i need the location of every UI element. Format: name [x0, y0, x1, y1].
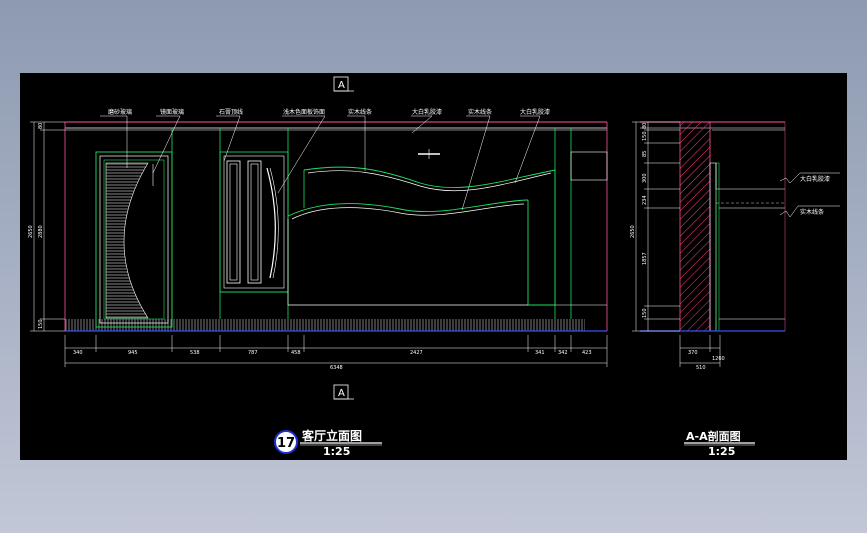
- dim-bottom-total: 6348: [330, 365, 343, 371]
- sec-dim-8: 2650: [630, 225, 636, 238]
- dim-bottom-4: 787: [248, 350, 258, 356]
- leader-label-1: 磨砂玻璃: [108, 108, 132, 116]
- leader-labels: 磨砂玻璃 镜面玻璃 石膏顶线 浅木色面板饰面 实木线条 大白乳胶漆 实木线条 大…: [108, 108, 550, 116]
- dim-left-ceiling: 2880: [38, 225, 44, 238]
- leader-label-7: 实木线条: [468, 108, 492, 116]
- dim-bottom-5: 458: [291, 350, 301, 356]
- elevation-title: 客厅立面图: [301, 428, 362, 443]
- section-marker-bottom-label: A: [338, 388, 345, 399]
- sec-dim-2: 150: [642, 131, 648, 141]
- section-view: 大白乳胶漆 实木线条 80 150 85 300 234 1857 150 26…: [630, 121, 840, 458]
- column-left: [171, 128, 221, 319]
- leader-label-6: 大白乳胶漆: [412, 108, 442, 116]
- floor-hatch: [65, 319, 585, 331]
- door-panel: [95, 151, 173, 328]
- section-title-block: A-A剖面图 1:25: [684, 429, 755, 458]
- sec-dim-bottom-2: 1260: [712, 356, 725, 362]
- dim-bottom-9: 423: [582, 350, 592, 356]
- tv-wall-feature: [287, 149, 556, 306]
- sec-dim-7: 150: [642, 308, 648, 318]
- sec-dim-5: 234: [642, 195, 648, 205]
- section-wall: [679, 121, 711, 332]
- sec-dim-4: 300: [642, 173, 648, 183]
- sec-dim-bottom-3: 510: [696, 365, 706, 371]
- dim-bottom-1: 340: [73, 350, 83, 356]
- leader-label-5: 实木线条: [348, 108, 372, 116]
- elevation-title-block: 17 客厅立面图 1:25: [274, 428, 382, 458]
- leader-label-2: 镜面玻璃: [160, 108, 184, 116]
- column-right: [554, 128, 608, 319]
- dim-bottom-6: 2427: [410, 350, 423, 356]
- section-marker-bottom: A: [333, 384, 354, 400]
- dim-bottom-7: 341: [535, 350, 545, 356]
- bottom-dimensions: [64, 335, 608, 367]
- bottom-dimension-labels: 340 945 538 787 458 2427 341 342 423 634…: [73, 350, 592, 371]
- dim-left-skirting: 150: [38, 319, 44, 329]
- section-left-dimension-labels: 80 150 85 300 234 1857 150 2650: [630, 123, 648, 318]
- sec-dim-1: 80: [642, 123, 648, 129]
- section-left-dimensions: [632, 121, 680, 332]
- sec-dim-3: 85: [642, 151, 648, 157]
- elevation-scale: 1:25: [323, 445, 350, 458]
- dim-left-top: 80: [38, 123, 44, 129]
- dim-bottom-8: 342: [558, 350, 568, 356]
- cad-drawing: A A 磨砂玻璃 镜面玻璃 石膏顶线 浅木色面板饰面 实木线条 大白乳胶漆 实木…: [28, 76, 840, 458]
- section-bottom-dimensions: [679, 335, 721, 367]
- section-title: A-A剖面图: [686, 429, 741, 443]
- mirror-panel: [219, 128, 289, 319]
- left-dimensions: [30, 121, 65, 332]
- section-scale: 1:25: [708, 445, 735, 458]
- sec-dim-bottom-1: 370: [688, 350, 698, 356]
- leader-label-3: 石膏顶线: [219, 108, 243, 116]
- dim-left-height: 2650: [28, 225, 34, 238]
- cad-drawing-sheet: A A 磨砂玻璃 镜面玻璃 石膏顶线 浅木色面板饰面 实木线条 大白乳胶漆 实木…: [20, 73, 847, 460]
- dim-bottom-3: 538: [190, 350, 200, 356]
- section-label-1: 大白乳胶漆: [800, 175, 830, 183]
- elevation-view: 磨砂玻璃 镜面玻璃 石膏顶线 浅木色面板饰面 实木线条 大白乳胶漆 实木线条 大…: [28, 108, 608, 458]
- dim-bottom-2: 945: [128, 350, 138, 356]
- section-marker-top: A: [333, 76, 354, 92]
- leader-label-4: 浅木色面板饰面: [283, 108, 325, 116]
- elevation-number: 17: [277, 436, 295, 451]
- section-marker-top-label: A: [338, 80, 345, 91]
- section-label-2: 实木线条: [800, 208, 824, 216]
- leader-label-8: 大白乳胶漆: [520, 108, 550, 116]
- sec-dim-6: 1857: [642, 252, 648, 265]
